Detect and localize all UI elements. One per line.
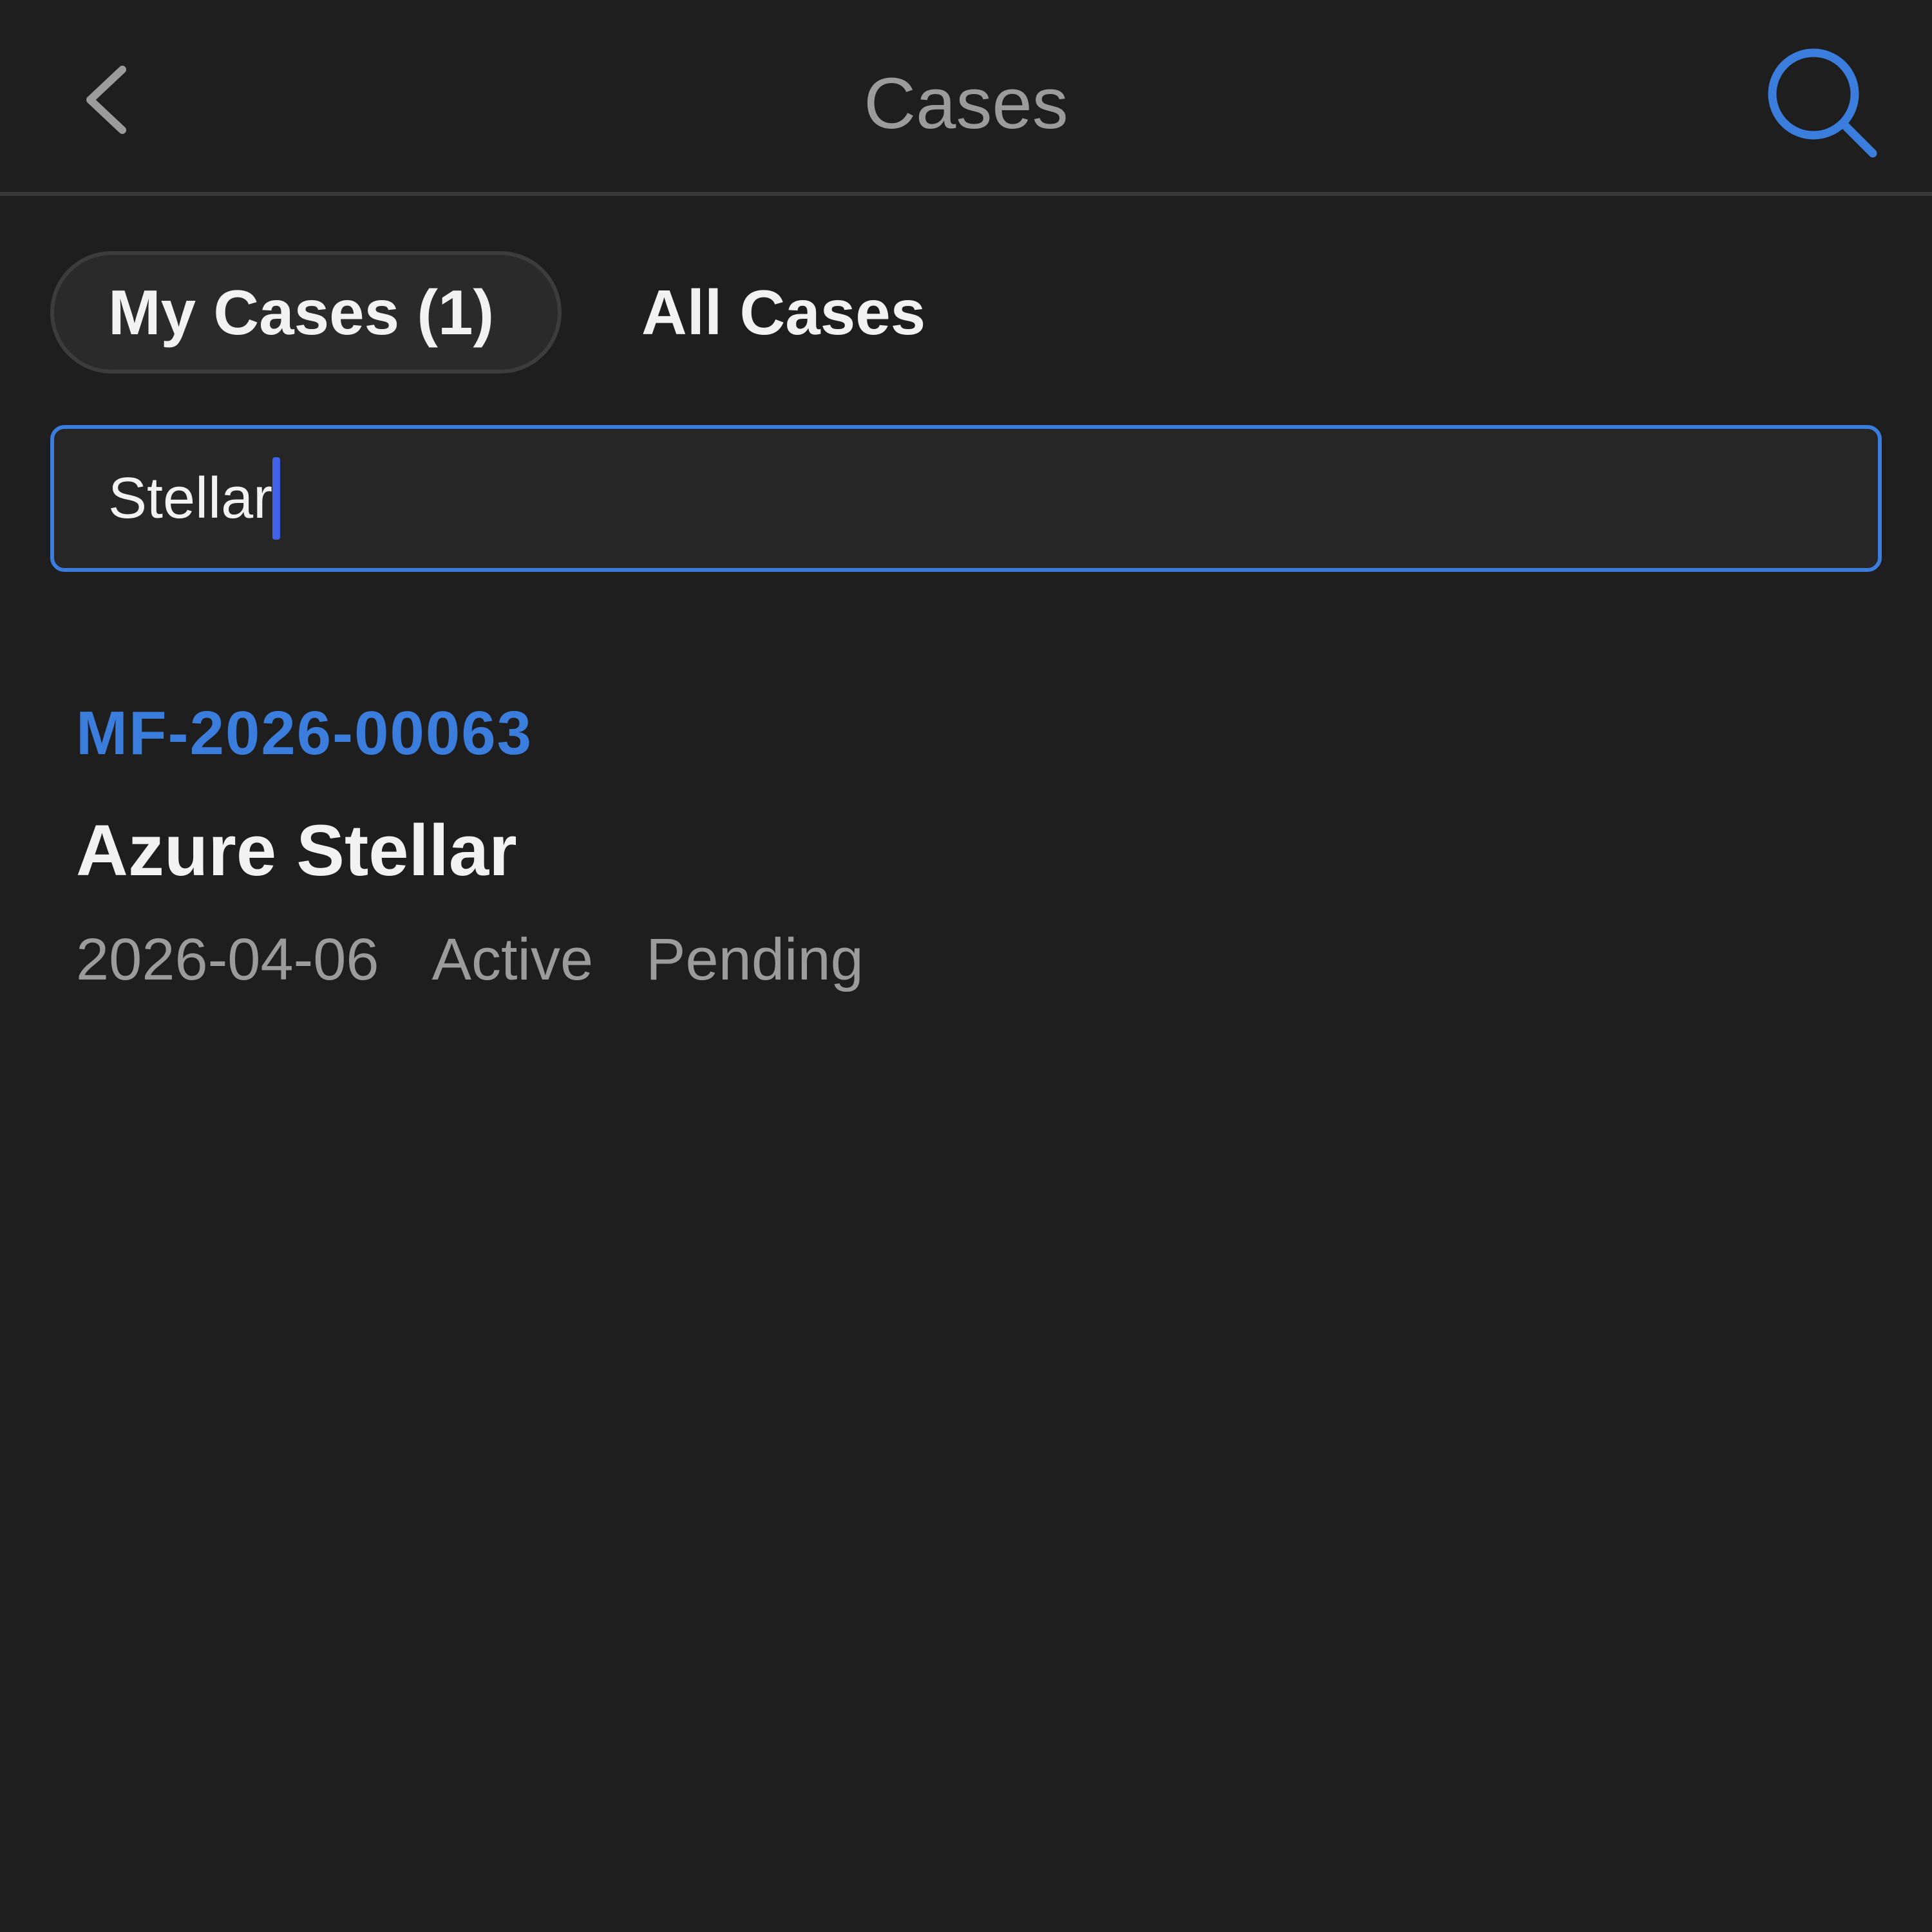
text-caret	[272, 457, 281, 540]
case-id: MF-2026-00063	[76, 699, 533, 768]
back-button[interactable]	[71, 58, 148, 142]
case-name: Azure Stellar	[76, 810, 517, 891]
page-title: Cases	[864, 63, 1068, 144]
list-item[interactable]: MF-2026-00063 Azure Stellar 2026-04-06 Ac…	[50, 683, 1882, 1018]
tab-all-cases[interactable]: All Cases	[641, 251, 925, 374]
case-stage: Pending	[646, 927, 864, 992]
tab-my-cases[interactable]: My Cases (1)	[50, 251, 562, 374]
case-date: 2026-04-06	[76, 927, 379, 992]
chevron-left-icon	[86, 66, 126, 134]
tab-all-cases-label: All Cases	[641, 276, 926, 348]
search-input-value: Stellar	[108, 466, 273, 531]
search-input[interactable]: Stellar	[50, 425, 1882, 572]
case-meta: 2026-04-06 Active Pending	[76, 926, 916, 994]
case-status: Active	[431, 927, 594, 992]
search-icon	[1768, 48, 1877, 158]
search-button[interactable]	[1765, 45, 1880, 161]
cases-screen: Cases My Cases (1) All Cases Stellar MF-…	[0, 0, 1932, 1932]
top-bar: Cases	[0, 0, 1932, 196]
tab-my-cases-label: My Cases (1)	[108, 276, 495, 348]
